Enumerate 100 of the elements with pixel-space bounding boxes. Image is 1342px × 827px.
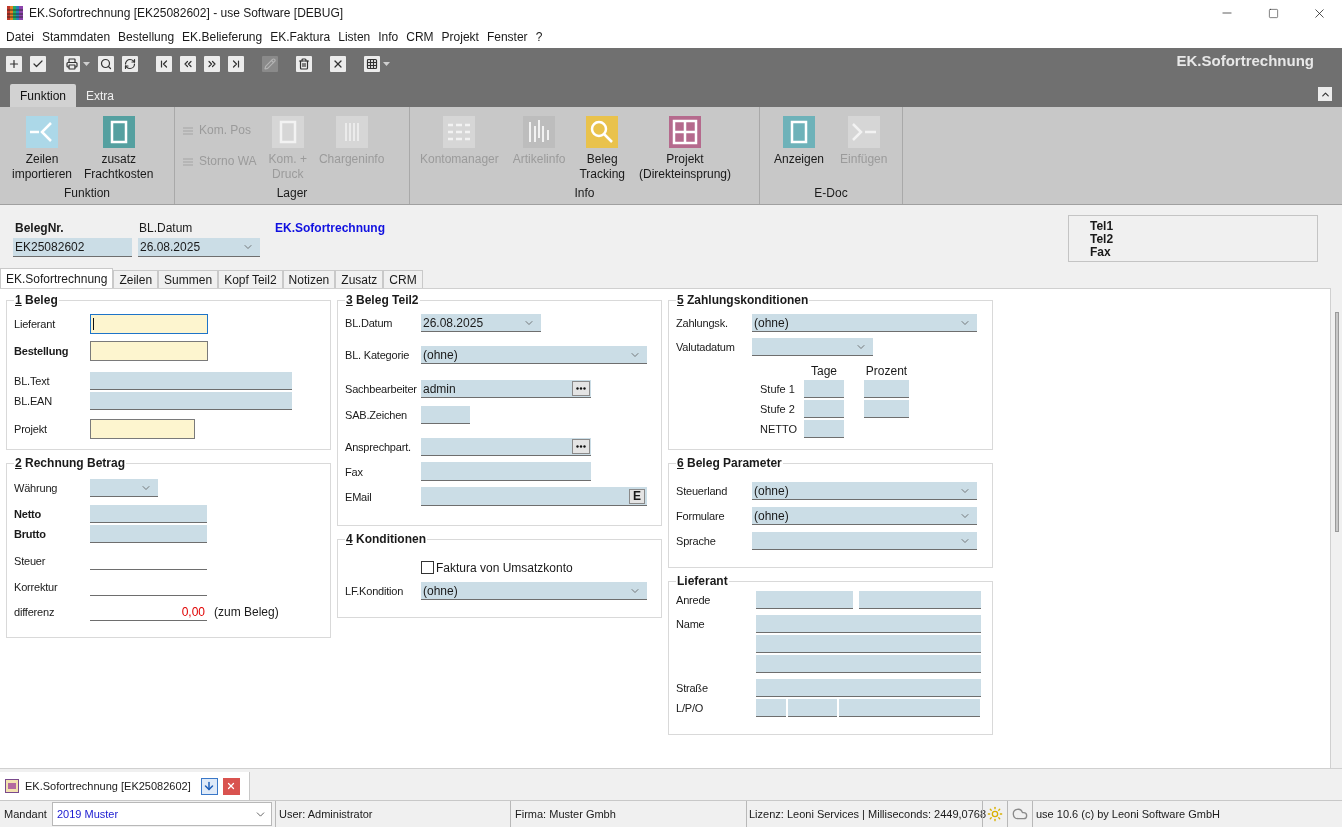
ribbon-button[interactable]: Anzeigen <box>768 115 831 167</box>
confirm-button[interactable] <box>30 56 46 72</box>
input-field[interactable] <box>756 591 853 609</box>
input-field[interactable] <box>421 462 591 481</box>
input-field[interactable] <box>90 505 207 523</box>
mandant-dropdown[interactable]: 2019 Muster <box>52 802 272 826</box>
field-label: Netto <box>14 507 43 522</box>
splitter-handle[interactable] <box>1334 312 1339 532</box>
dropdown[interactable]: (ohne) <box>752 482 977 500</box>
ribbon-button[interactable]: Beleg Tracking <box>573 115 631 182</box>
checkbox-label: Faktura von Umsatzkonto <box>436 559 573 577</box>
grid-button[interactable] <box>364 56 380 72</box>
lookup-field[interactable]: admin <box>421 380 591 398</box>
menu-item[interactable]: Bestellung <box>114 27 179 47</box>
input-field[interactable] <box>756 679 981 697</box>
dropdown[interactable]: 26.08.2025 <box>421 314 541 332</box>
input-field[interactable] <box>864 380 909 398</box>
menu-item[interactable]: Listen <box>334 27 375 47</box>
dropdown[interactable]: (ohne) <box>421 346 647 364</box>
dropdown[interactable] <box>752 532 977 550</box>
input-field[interactable] <box>90 372 292 390</box>
input-field[interactable] <box>839 699 980 717</box>
tab[interactable]: CRM <box>383 270 423 288</box>
group-title: 4 Konditionen <box>345 532 427 546</box>
input-field[interactable] <box>804 380 844 398</box>
print-button[interactable] <box>64 56 80 72</box>
dropdown[interactable]: 26.08.2025 <box>138 238 260 257</box>
previous-record-button[interactable] <box>180 56 196 72</box>
form-heading: EK.Sofortrechnung <box>1176 51 1314 71</box>
field-label: Stufe 1 <box>760 381 796 397</box>
menu-item[interactable]: Projekt <box>437 27 483 47</box>
input-field[interactable]: EK25082602 <box>13 238 132 257</box>
next-record-button[interactable] <box>204 56 220 72</box>
menu-item[interactable]: EK.Faktura <box>266 27 335 47</box>
dropdown[interactable]: (ohne) <box>752 507 977 525</box>
input-field[interactable] <box>756 615 981 633</box>
menu-item[interactable]: Datei <box>2 27 38 47</box>
tab[interactable]: Zusatz <box>335 270 384 288</box>
tab[interactable]: Notizen <box>282 270 336 288</box>
printer-icon <box>66 58 78 70</box>
checkbox[interactable] <box>421 561 434 574</box>
contact-label: Tel1 <box>1090 220 1115 233</box>
input-field[interactable] <box>788 699 837 717</box>
tab[interactable]: EK.Sofortrechnung <box>0 268 114 288</box>
ribbon-tab[interactable]: Extra <box>76 84 125 107</box>
cancel-button[interactable] <box>330 56 346 72</box>
input-field[interactable] <box>756 635 981 653</box>
input-field[interactable] <box>804 420 844 438</box>
trash-icon <box>298 58 310 70</box>
status-user: User: Administrator <box>275 801 510 827</box>
field-label: Stufe 2 <box>760 401 796 417</box>
menu-item[interactable]: Info <box>374 27 403 47</box>
search-button[interactable] <box>98 56 114 72</box>
tab[interactable]: Summen <box>158 270 219 288</box>
menu-item[interactable]: EK.Belieferung <box>178 27 267 47</box>
dropdown[interactable]: (ohne) <box>421 582 647 600</box>
tab[interactable]: Zeilen <box>113 270 159 288</box>
input-field[interactable] <box>90 419 195 439</box>
input-field[interactable] <box>90 392 292 410</box>
add-button[interactable] <box>6 56 22 72</box>
close-tab-button[interactable] <box>222 777 240 795</box>
browse-button[interactable] <box>572 381 590 396</box>
input-field[interactable] <box>421 406 470 424</box>
input-field[interactable] <box>756 699 786 717</box>
ribbon-button[interactable]: zusatz Frachtkosten <box>78 115 160 182</box>
first-record-button[interactable] <box>156 56 172 72</box>
input-field[interactable] <box>804 400 844 418</box>
lookup-field[interactable] <box>421 438 591 456</box>
ribbon-button[interactable]: Zeilen importieren <box>6 115 79 182</box>
browse-button[interactable] <box>572 439 590 454</box>
cloud-icon[interactable] <box>1012 806 1028 822</box>
collapse-ribbon-button[interactable] <box>1318 87 1332 101</box>
group-title: Lieferant <box>676 574 729 588</box>
input-field[interactable] <box>90 314 208 334</box>
input-field[interactable] <box>90 341 208 361</box>
refresh-button[interactable] <box>122 56 138 72</box>
field-label: LF.Kondition <box>345 584 405 599</box>
ribbon-group-label: Funktion <box>63 186 111 202</box>
input-field[interactable] <box>864 400 909 418</box>
last-record-button[interactable] <box>228 56 244 72</box>
dropdown[interactable] <box>90 479 158 497</box>
dropdown[interactable]: (ohne) <box>752 314 977 332</box>
delete-button[interactable] <box>296 56 312 72</box>
email-button[interactable]: E <box>629 488 645 504</box>
ribbon-tab[interactable]: Funktion <box>10 84 77 107</box>
input-field[interactable] <box>90 525 207 543</box>
menu-item[interactable]: Fenster <box>482 27 532 47</box>
field-label: Valutadatum <box>676 340 736 355</box>
document-tab[interactable]: EK.Sofortrechnung [EK25082602] <box>0 772 250 800</box>
input-field[interactable] <box>859 591 981 609</box>
menu-item[interactable]: Stammdaten <box>38 27 115 47</box>
field-label: Sprache <box>676 534 717 549</box>
menu-item[interactable]: ? <box>531 27 547 47</box>
input-field[interactable] <box>756 655 981 673</box>
tab[interactable]: Kopf Teil2 <box>218 270 283 288</box>
menu-item[interactable]: CRM <box>402 27 438 47</box>
email-field[interactable]: E <box>421 487 647 506</box>
dropdown[interactable] <box>752 338 873 356</box>
dock-button[interactable] <box>200 777 218 795</box>
ribbon-button[interactable]: Projekt (Direkteinsprung) <box>633 115 738 182</box>
